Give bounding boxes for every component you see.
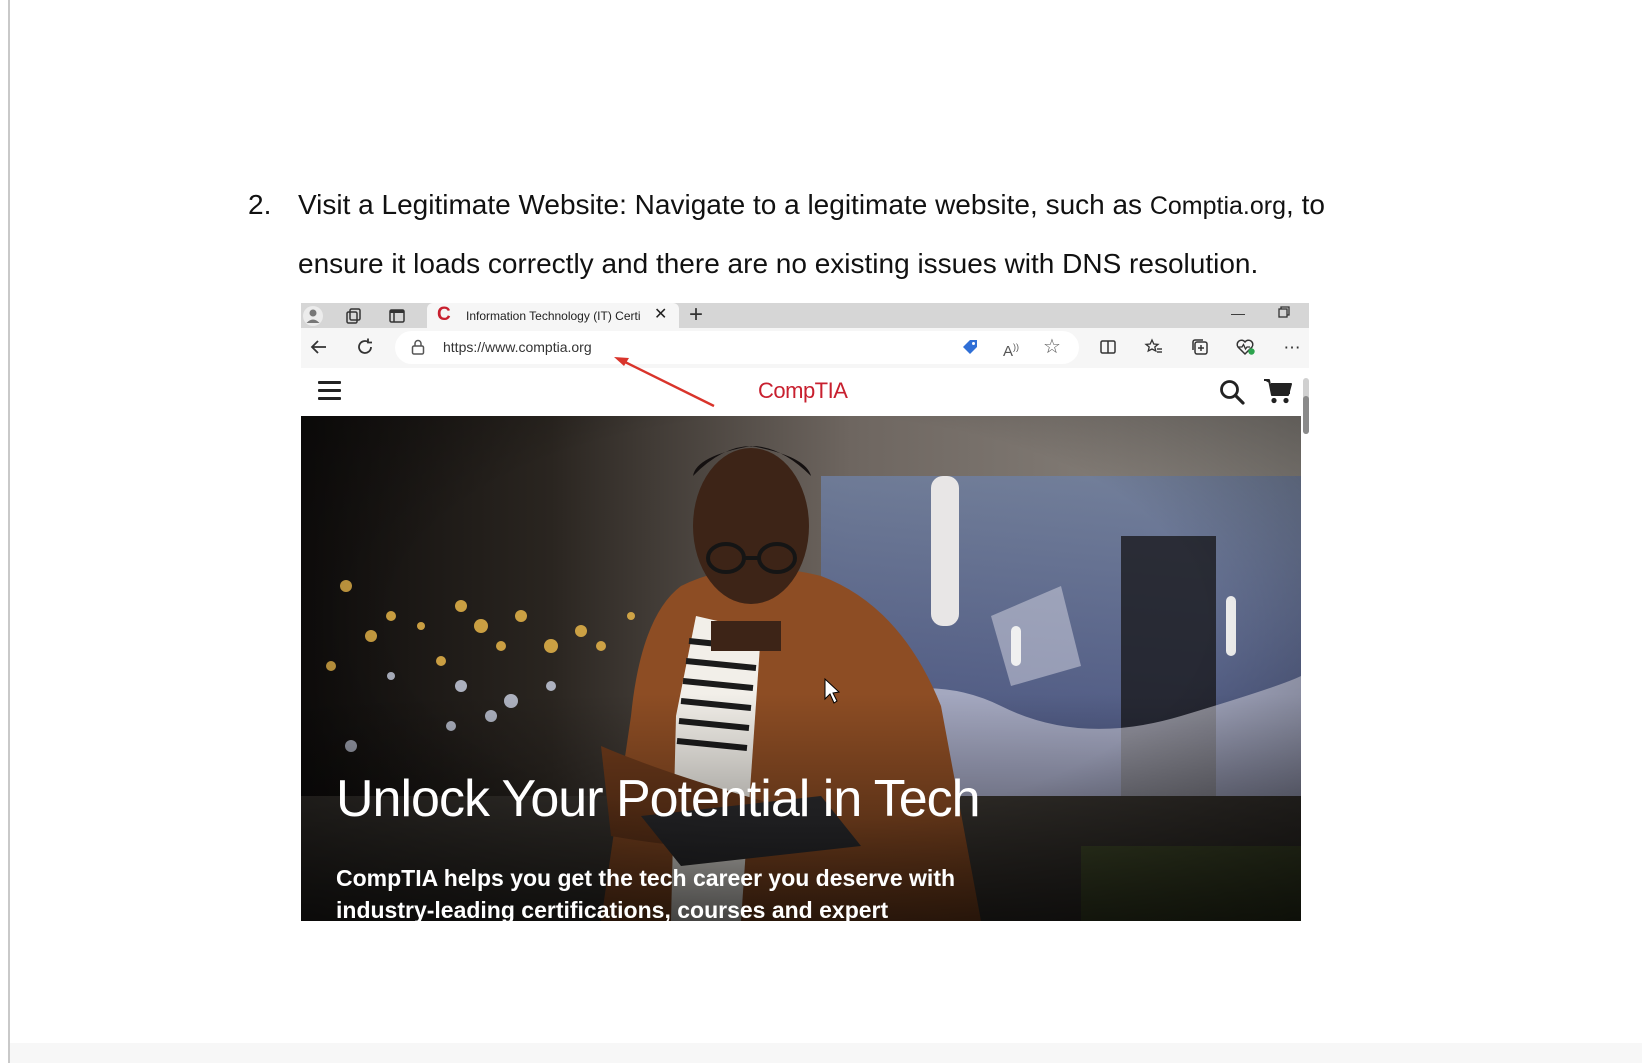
tag-icon[interactable]: [961, 338, 979, 356]
close-icon[interactable]: ✕: [654, 305, 667, 325]
address-toolbar: https://www.comptia.org A)) ☆ ⋯: [301, 328, 1309, 368]
tab-bar: C Information Technology (IT) Certi ✕ + …: [301, 303, 1309, 328]
favorites-icon[interactable]: [1143, 337, 1165, 359]
active-tab[interactable]: C Information Technology (IT) Certi ✕: [427, 303, 679, 328]
restore-icon[interactable]: [1277, 305, 1291, 325]
hero-photo: [301, 416, 1301, 921]
read-aloud-icon[interactable]: A)): [1003, 336, 1019, 363]
browser-screenshot: C Information Technology (IT) Certi ✕ + …: [301, 303, 1309, 921]
step-site-name: Comptia.org: [1149, 192, 1287, 220]
lock-icon[interactable]: [411, 338, 425, 356]
plus-icon[interactable]: +: [689, 303, 703, 327]
collections-icon[interactable]: [1189, 337, 1211, 359]
step-number: 2.: [248, 189, 272, 220]
tab-actions-icon[interactable]: [387, 306, 407, 326]
scrollbar-thumb[interactable]: [1303, 396, 1309, 434]
site-header: CompTIA: [301, 368, 1301, 416]
document-step: 2. Visit a Legitimate Website: Navigate …: [248, 176, 1398, 293]
cart-icon[interactable]: [1263, 377, 1293, 405]
comptia-logo[interactable]: CompTIA: [758, 377, 848, 405]
workspaces-icon[interactable]: [344, 306, 364, 326]
page-bottom-strip: [10, 1043, 1642, 1063]
refresh-icon[interactable]: [352, 336, 378, 360]
search-icon[interactable]: [1218, 378, 1246, 406]
hero-title: Unlock Your Potential in Tech: [336, 770, 981, 828]
profile-icon[interactable]: [303, 306, 323, 326]
more-icon[interactable]: ⋯: [1281, 337, 1303, 359]
address-bar[interactable]: https://www.comptia.org A)) ☆: [395, 331, 1079, 364]
menu-icon[interactable]: [318, 381, 341, 401]
page-left-edge: [8, 0, 10, 1063]
hero-subtitle: CompTIA helps you get the tech career yo…: [336, 865, 956, 921]
url-text[interactable]: https://www.comptia.org: [443, 339, 592, 356]
star-icon[interactable]: ☆: [1043, 335, 1061, 359]
minimize-icon[interactable]: —: [1231, 303, 1245, 323]
tab-title: Information Technology (IT) Certi: [466, 309, 641, 323]
hero-banner: Unlock Your Potential in Tech CompTIA he…: [301, 416, 1301, 921]
step-text-before: Visit a Legitimate Website: Navigate to …: [298, 189, 1150, 220]
page-scrollbar[interactable]: [1303, 378, 1309, 434]
comptia-favicon: C: [437, 304, 451, 325]
heart-pulse-icon[interactable]: [1235, 337, 1257, 359]
back-arrow-icon[interactable]: [306, 336, 332, 360]
split-screen-icon[interactable]: [1097, 337, 1119, 359]
step-text: Visit a Legitimate Website: Navigate to …: [298, 176, 1398, 293]
